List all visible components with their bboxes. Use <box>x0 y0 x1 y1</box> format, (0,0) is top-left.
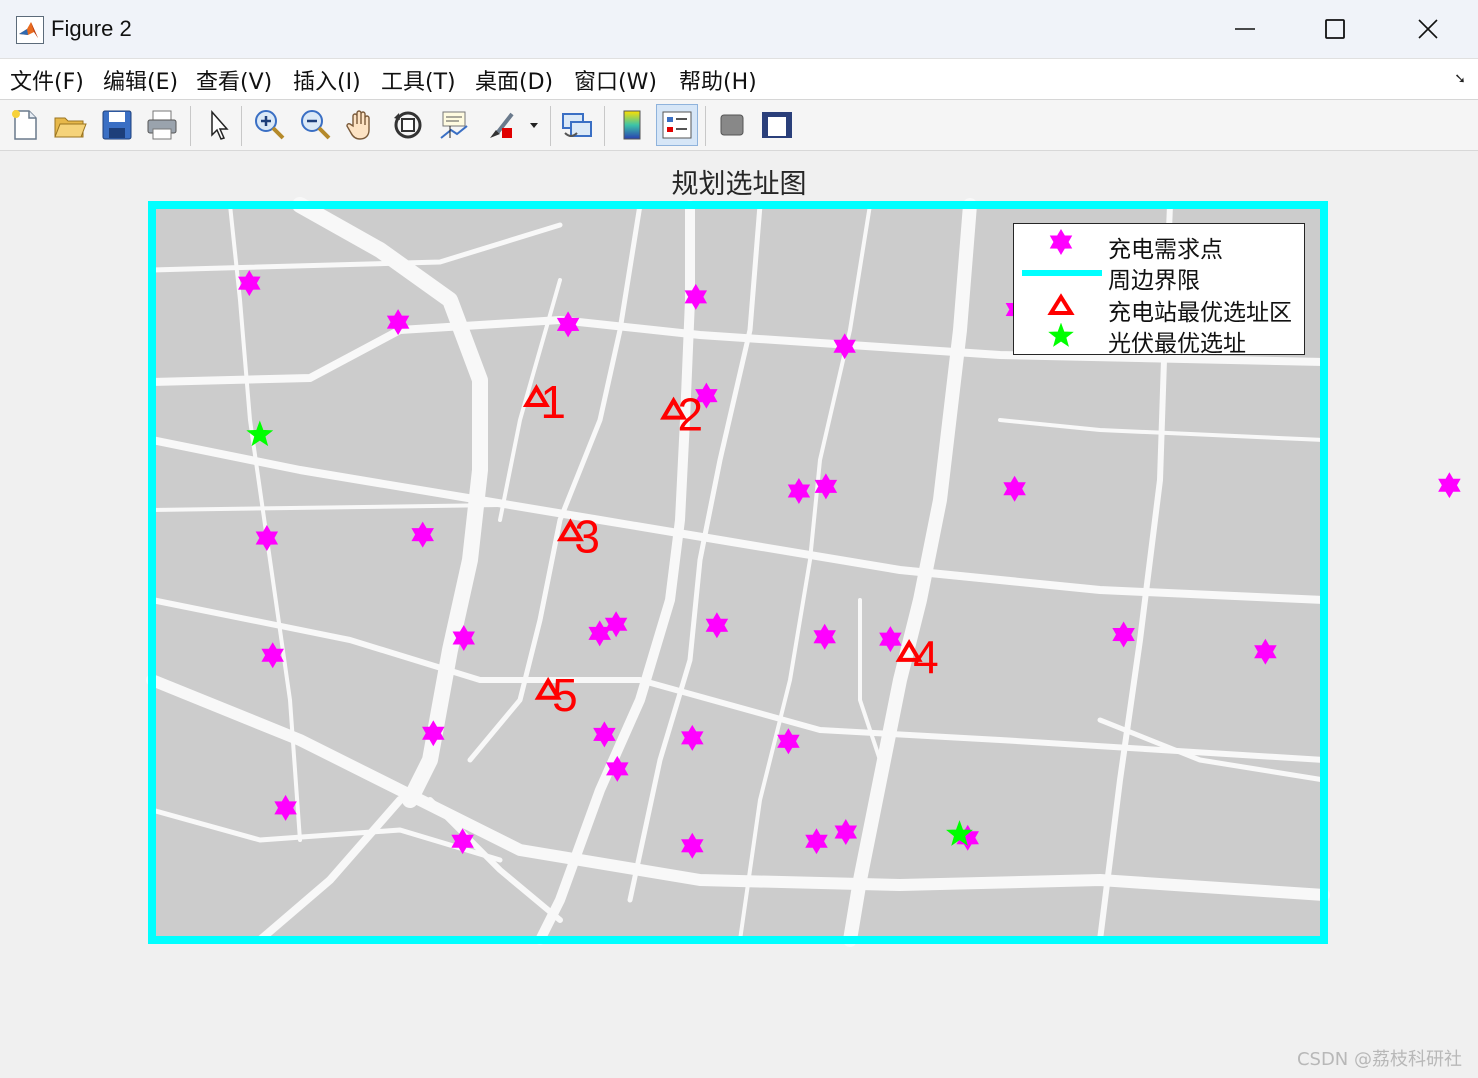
legend-solar-marker-icon <box>1048 323 1074 347</box>
station-label: 5 <box>552 669 578 721</box>
legend-demand-marker-icon <box>1049 229 1073 255</box>
station-label: 4 <box>913 631 939 683</box>
demand-point <box>1438 472 1461 499</box>
legend-entry-boundary: 周边界限 <box>1014 260 1306 294</box>
legend-label: 光伏最优选址 <box>1108 331 1246 357</box>
station-label: 1 <box>540 376 566 428</box>
watermark: CSDN @荔枝科研社 <box>1296 1049 1462 1070</box>
station-label: 2 <box>678 389 704 441</box>
legend-station-marker-icon <box>1047 293 1075 315</box>
legend[interactable]: 充电需求点 周边界限 充电站最优选址区 光伏最优选址 <box>1013 223 1306 357</box>
station-label: 3 <box>574 510 600 562</box>
legend-label: 充电站最优选址区 <box>1108 300 1292 326</box>
chart-title: 规划选址图 <box>671 169 807 200</box>
legend-label: 周边界限 <box>1108 268 1200 294</box>
legend-entry-station: 充电站最优选址区 <box>1014 292 1306 326</box>
legend-label: 充电需求点 <box>1108 237 1223 263</box>
legend-boundary-line-icon <box>1022 270 1102 276</box>
legend-entry-solar: 光伏最优选址 <box>1014 323 1306 357</box>
legend-entry-demand: 充电需求点 <box>1014 229 1306 263</box>
